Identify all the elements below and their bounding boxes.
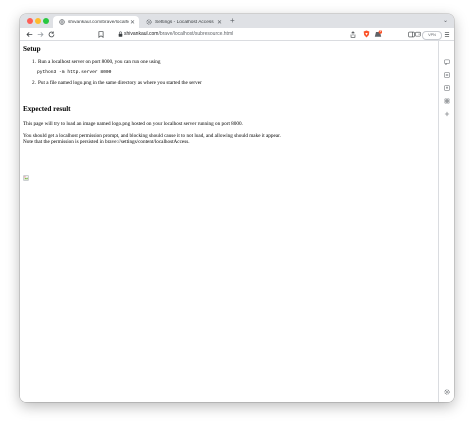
url-host: shivankaul.com xyxy=(124,31,159,37)
persistence-note-line: Note that the permission is persisted in… xyxy=(23,139,190,146)
url-text: shivankaul.com/brave/localhost/subresour… xyxy=(124,31,233,37)
vpn-label: VPN xyxy=(428,33,436,37)
tab-search-chevron-icon[interactable]: ⌄ xyxy=(443,16,448,26)
vpn-button[interactable]: VPN xyxy=(422,30,442,40)
new-tab-plus-icon[interactable]: + xyxy=(230,16,235,26)
list-text: Run a localhost server on port 8000, you… xyxy=(38,58,161,65)
share-icon[interactable] xyxy=(348,29,358,39)
page-content: Setup 1. Run a localhost server on port 8… xyxy=(20,40,438,402)
history-icon[interactable] xyxy=(442,96,452,106)
close-icon[interactable]: ✕ xyxy=(216,19,223,26)
tab-strip: shivankaul.com/brave/localhost/subresour… xyxy=(20,14,454,28)
tab-subresource[interactable]: shivankaul.com/brave/localhost/subresour… xyxy=(53,16,139,28)
broken-image-icon xyxy=(23,168,29,181)
close-icon[interactable]: ✕ xyxy=(129,19,136,26)
command-code: python3 -m http.server 8000 xyxy=(37,70,112,75)
lock-icon[interactable] xyxy=(116,30,124,38)
tab-settings[interactable]: Settings - Localhost Access ✕ xyxy=(140,16,226,28)
add-panel-plus-icon[interactable] xyxy=(442,109,452,119)
list-text: Put a file named logo.png in the same di… xyxy=(38,80,202,86)
list-item: 2. Put a file named logo.png in the same … xyxy=(32,80,202,86)
tab-title: shivankaul.com/brave/localhost/subresour… xyxy=(68,19,129,25)
maximize-window-button[interactable] xyxy=(43,17,49,24)
chat-icon[interactable] xyxy=(442,57,452,67)
brave-shields-icon[interactable] xyxy=(361,29,371,39)
reload-icon[interactable] xyxy=(46,29,56,39)
minimize-window-button[interactable] xyxy=(35,17,41,24)
bookmark-icon[interactable] xyxy=(96,29,106,39)
tab-title: Settings - Localhost Access xyxy=(155,19,214,25)
globe-icon xyxy=(58,19,65,26)
rewards-badge: 1 xyxy=(379,29,382,33)
gear-icon xyxy=(145,19,152,26)
list-item: 1. Run a localhost server on port 8000, y… xyxy=(32,59,160,65)
forward-arrow-icon[interactable] xyxy=(35,29,45,39)
side-panel-rail xyxy=(438,40,454,402)
close-window-button[interactable] xyxy=(27,17,33,24)
address-bar[interactable]: shivankaul.com/brave/localhost/subresour… xyxy=(116,30,352,39)
menu-icon[interactable] xyxy=(442,29,452,39)
setup-heading: Setup xyxy=(23,44,41,53)
browser-window: shivankaul.com/brave/localhost/subresour… xyxy=(20,14,454,402)
wallet-icon[interactable] xyxy=(414,29,422,39)
brave-rewards-icon[interactable]: 1 xyxy=(373,29,383,39)
bookmarks-panel-icon[interactable] xyxy=(442,83,452,93)
toolbar: shivankaul.com/brave/localhost/subresour… xyxy=(20,28,454,41)
expected-result-heading: Expected result xyxy=(23,104,71,113)
url-path: /brave/localhost/subresource.html xyxy=(158,31,234,37)
description-paragraph: This page will try to load an image name… xyxy=(23,120,243,127)
gear-icon[interactable] xyxy=(442,387,452,397)
back-arrow-icon[interactable] xyxy=(24,29,34,39)
reading-list-icon[interactable] xyxy=(442,70,452,80)
